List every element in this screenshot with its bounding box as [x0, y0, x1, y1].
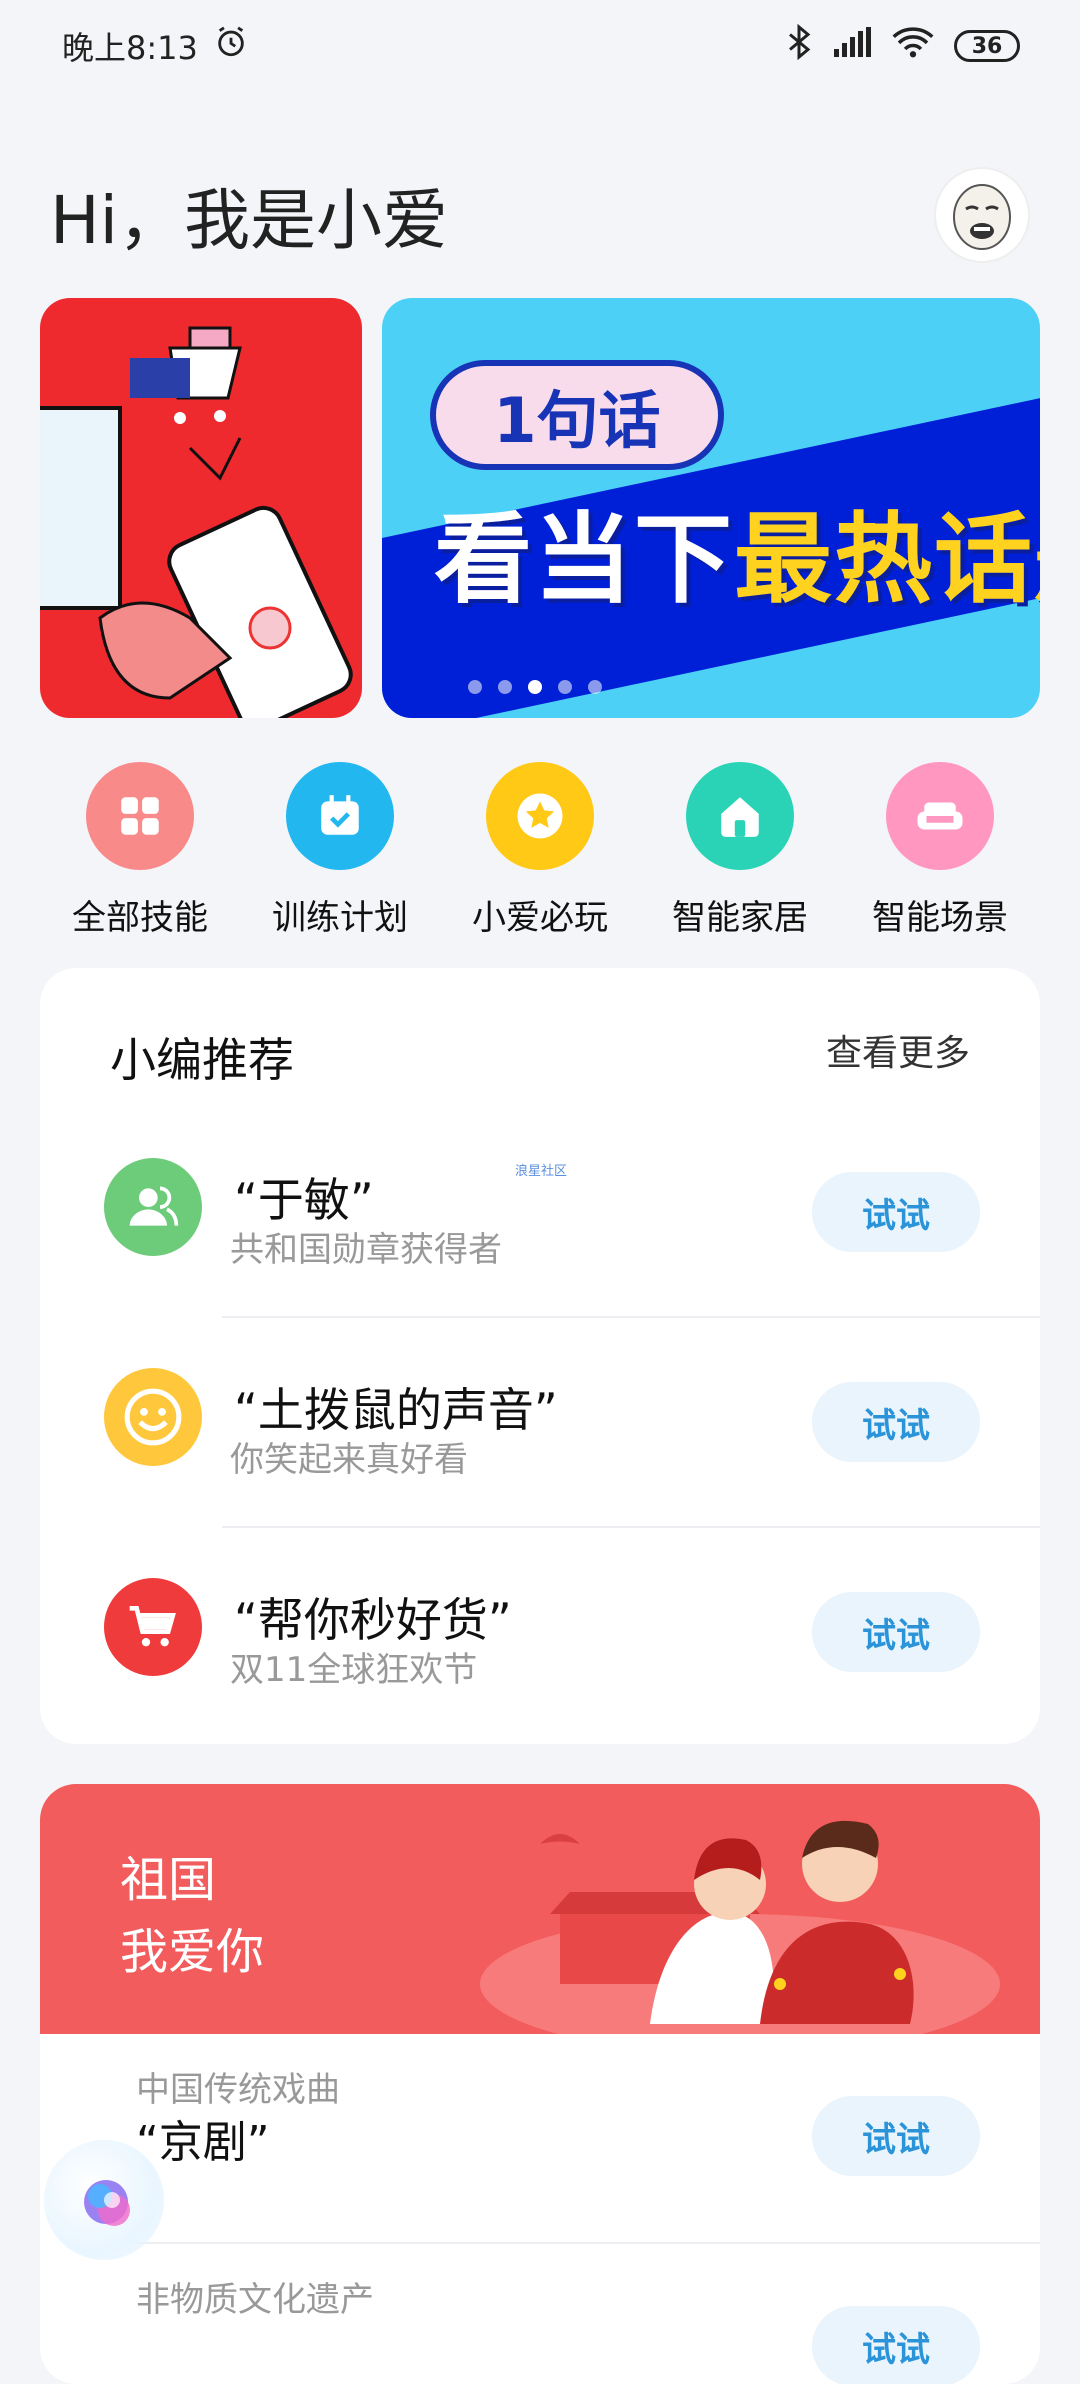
patriotic-item[interactable]: 非物质文化遗产 试试 — [40, 2244, 1040, 2384]
try-button[interactable]: 试试 — [812, 1592, 980, 1672]
quick-action-training-plan[interactable]: 训练计划 — [240, 762, 440, 939]
quick-action-label: 小爱必玩 — [472, 898, 608, 938]
patriotic-illustration — [480, 1820, 1000, 2034]
recommend-title: 小编推荐 — [110, 1033, 294, 1087]
quick-action-label: 训练计划 — [272, 898, 408, 938]
home-icon — [686, 762, 794, 870]
pagination-dot[interactable] — [468, 680, 482, 694]
quick-action-smart-home[interactable]: 智能家居 — [640, 762, 840, 939]
quick-action-label: 智能场景 — [872, 898, 1008, 938]
pagination-dot-active[interactable] — [528, 680, 542, 694]
quick-action-must-play[interactable]: 小爱必玩 — [440, 762, 640, 939]
see-more-link[interactable]: 查看更多 — [826, 1024, 970, 1076]
recommend-item-title: “土拨鼠的声音” — [234, 1383, 558, 1437]
recommend-item-title: “于敏” — [234, 1173, 374, 1227]
banner-headline: 看当下最热话题 — [434, 480, 1040, 622]
status-bar: 晚上8:13 36 — [0, 0, 1080, 92]
patriotic-banner[interactable]: 祖国 我爱你 — [40, 1784, 1040, 2034]
quick-action-smart-scenes[interactable]: 智能场景 — [840, 762, 1040, 939]
quick-action-all-skills[interactable]: 全部技能 — [40, 762, 240, 939]
try-button[interactable]: 试试 — [812, 2306, 980, 2384]
banner-pagination — [468, 680, 602, 694]
watermark: 浪星社区 — [515, 1164, 568, 1179]
pagination-dot[interactable] — [558, 680, 572, 694]
banner-hot-topics[interactable]: 1句话 看当下最热话题 — [382, 298, 1040, 718]
recommend-item[interactable]: “土拨鼠的声音” 你笑起来真好看 试试 — [40, 1318, 1040, 1528]
star-icon — [486, 762, 594, 870]
quick-action-label: 全部技能 — [72, 898, 208, 938]
recommend-item[interactable]: “帮你秒好货” 双11全球狂欢节 试试 — [40, 1528, 1040, 1738]
calendar-icon — [286, 762, 394, 870]
banner-headline-white: 看当下 — [434, 503, 735, 617]
status-time: 晚上8:13 — [62, 29, 198, 67]
recommend-item[interactable]: “于敏” 共和国勋章获得者 试试 — [40, 1108, 1040, 1318]
recommend-item-title: “帮你秒好货” — [234, 1593, 512, 1647]
sofa-icon — [886, 762, 994, 870]
try-button[interactable]: 试试 — [812, 1382, 980, 1462]
smile-icon — [104, 1368, 202, 1466]
header: Hi，我是小爱 — [50, 160, 1030, 270]
assistant-orb-icon — [84, 2180, 130, 2226]
user-icon — [104, 1158, 202, 1256]
recommend-item-subtitle: 你笑起来真好看 — [230, 1440, 468, 1480]
wifi-icon — [892, 26, 934, 66]
patriotic-item[interactable]: 中国传统戏曲 “京剧” 试试 — [40, 2034, 1040, 2244]
patriotic-title: 祖国 我爱你 — [120, 1852, 265, 1980]
try-button[interactable]: 试试 — [812, 1172, 980, 1252]
recommend-card: 小编推荐 查看更多 “于敏” 共和国勋章获得者 试试 “土拨鼠的声音” 你笑起来… — [40, 968, 1040, 1744]
quick-action-label: 智能家居 — [672, 898, 808, 938]
recommend-item-subtitle: 双11全球狂欢节 — [230, 1650, 478, 1690]
quick-actions: 全部技能 训练计划 小爱必玩 智能家居 智能场景 — [40, 762, 1040, 939]
recommend-item-subtitle: 共和国勋章获得者 — [230, 1230, 502, 1270]
bluetooth-icon — [786, 23, 812, 68]
avatar[interactable] — [934, 167, 1030, 263]
try-button[interactable]: 试试 — [812, 2096, 980, 2176]
meme-face-icon — [953, 184, 1011, 250]
patriotic-item-subtitle: 非物质文化遗产 — [136, 2280, 374, 2320]
patriotic-card: 祖国 我爱你 中国传统戏曲 “京剧” 试试 非物质文化遗产 试试 — [40, 1784, 1040, 2384]
pagination-dot[interactable] — [498, 680, 512, 694]
signal-icon — [832, 27, 872, 65]
patriotic-item-subtitle: 中国传统戏曲 — [136, 2070, 340, 2110]
greeting-title: Hi，我是小爱 — [50, 182, 448, 259]
banner-shopping[interactable] — [40, 298, 362, 718]
cart-icon — [104, 1578, 202, 1676]
banner-pill: 1句话 — [430, 360, 724, 470]
shopping-illustration — [40, 326, 353, 718]
battery-indicator: 36 — [954, 30, 1020, 62]
pagination-dot[interactable] — [588, 680, 602, 694]
grid-icon — [86, 762, 194, 870]
banner-headline-yellow: 最热话题 — [734, 503, 1040, 617]
alarm-icon — [214, 25, 248, 67]
assistant-floating-button[interactable] — [44, 2140, 164, 2260]
